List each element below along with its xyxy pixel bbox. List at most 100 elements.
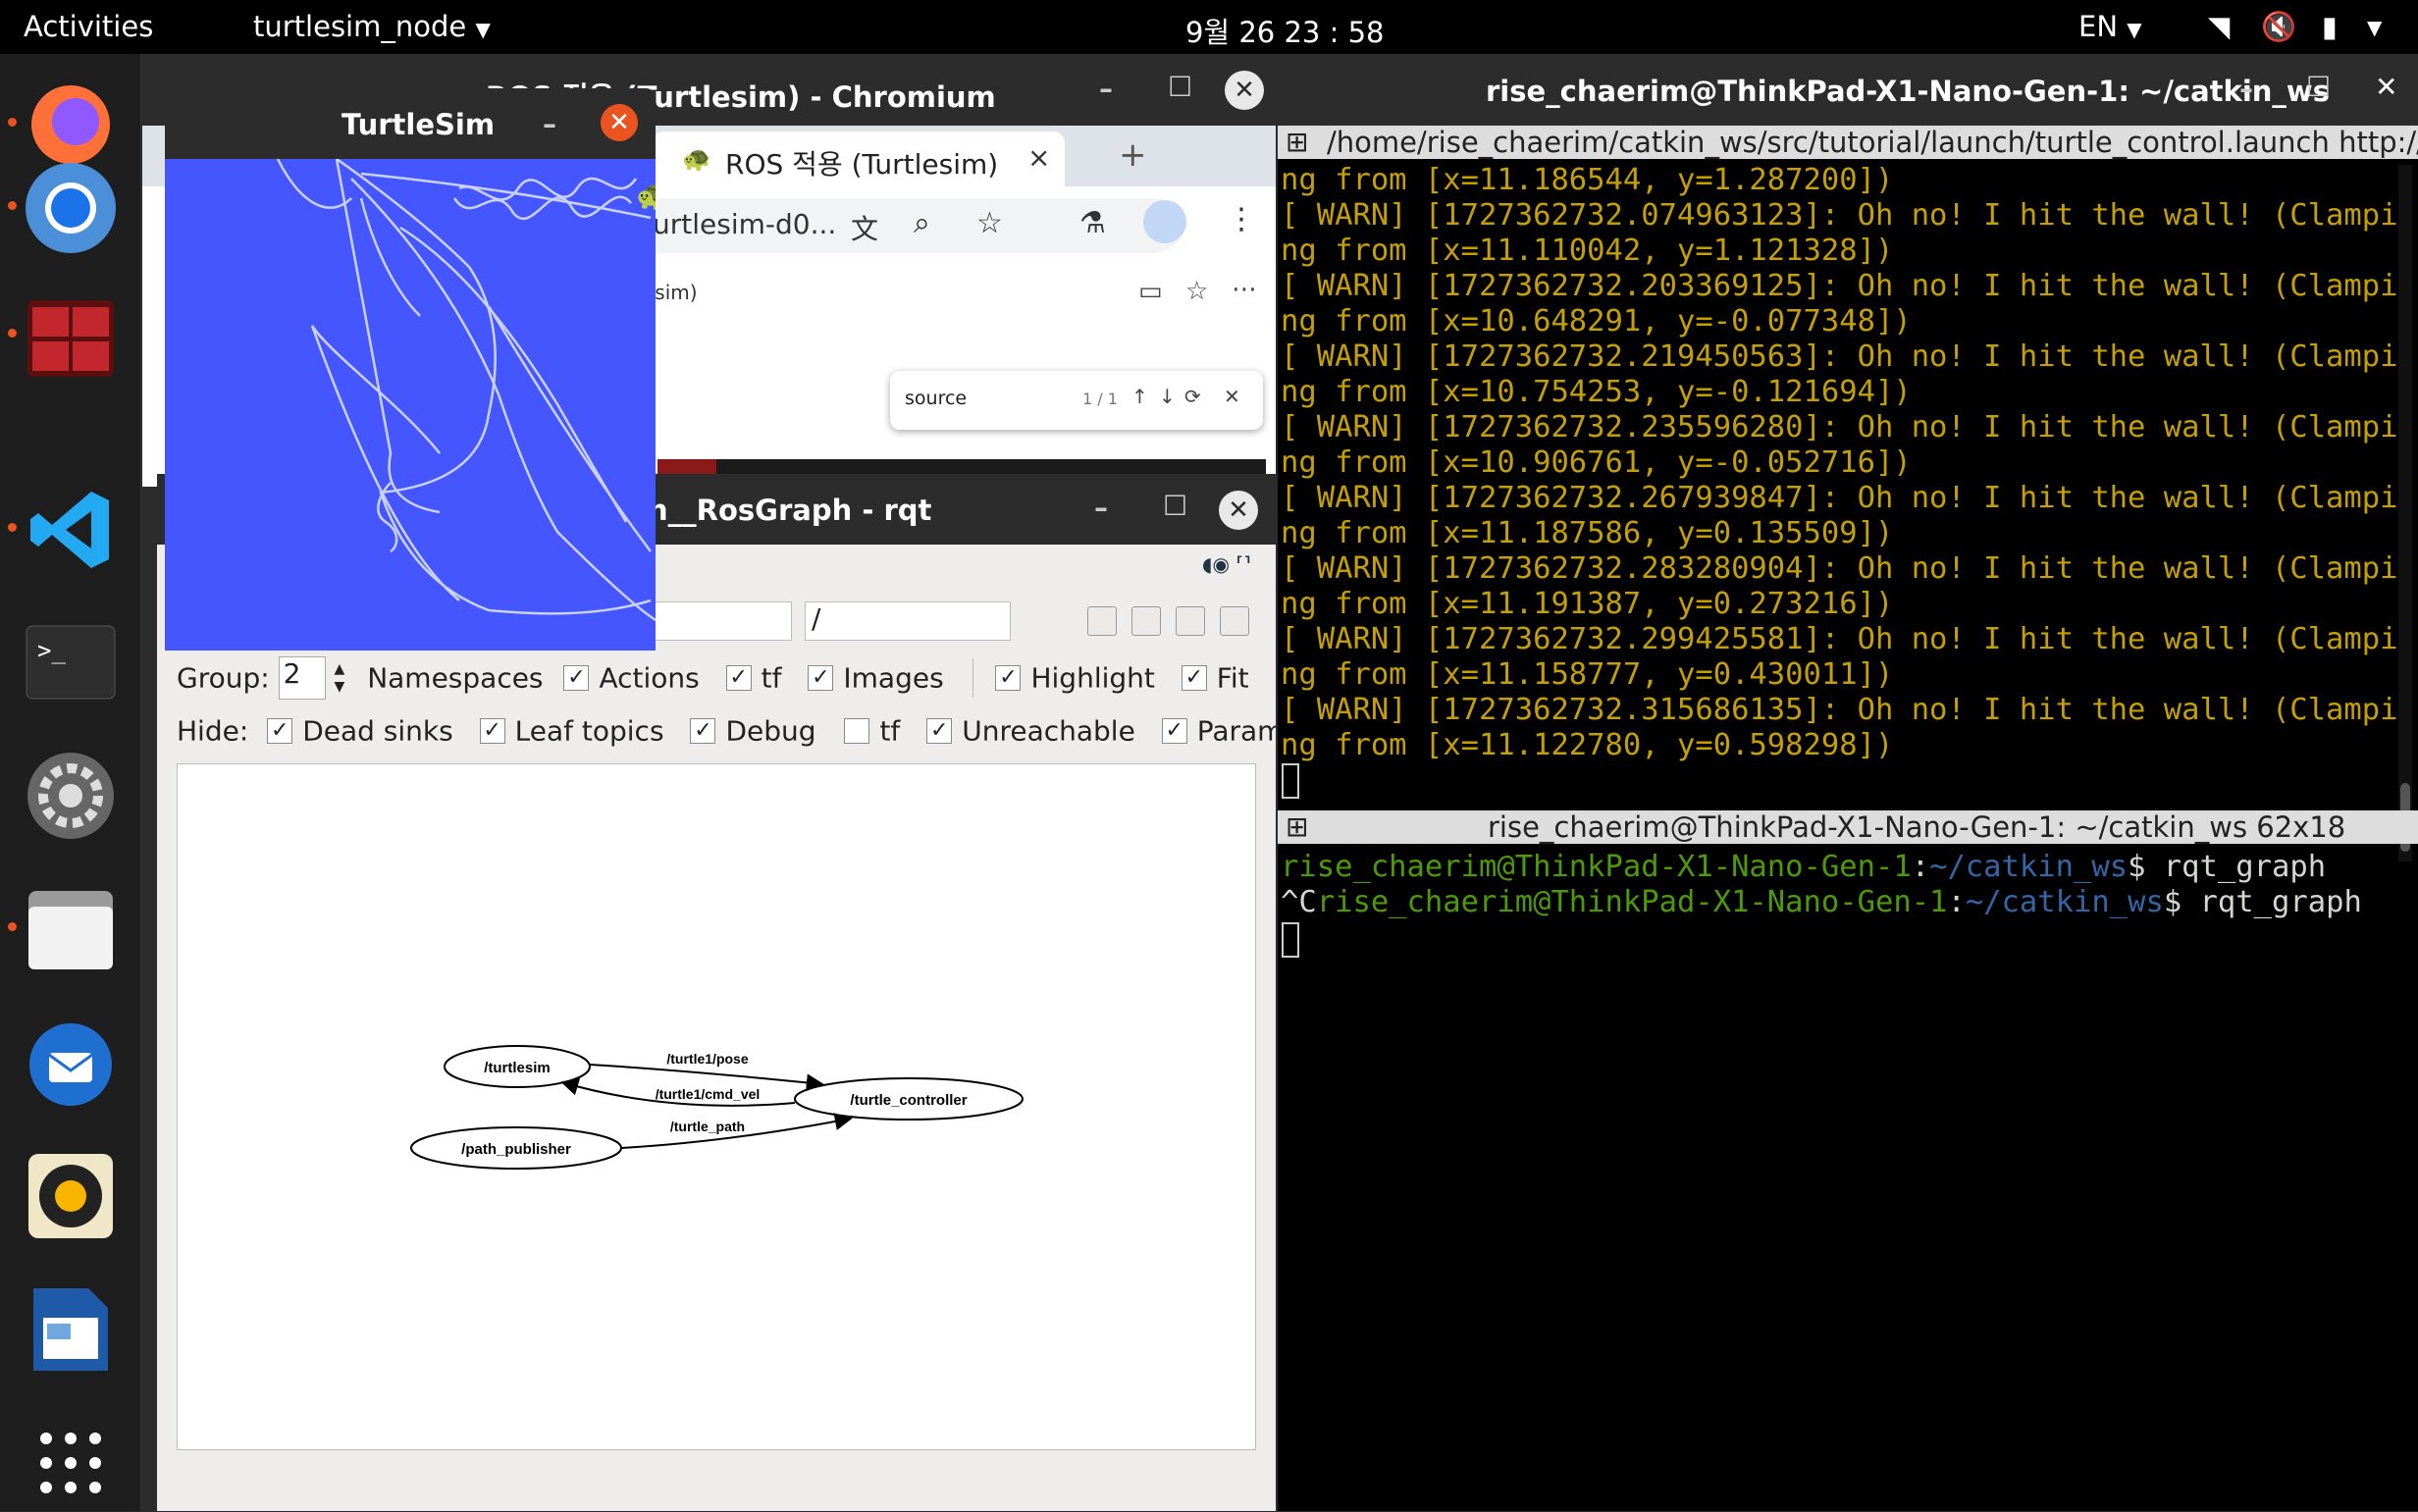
tf-checkbox[interactable]: ✓ xyxy=(808,665,834,691)
dead-sinks-checkbox[interactable]: ✓ xyxy=(267,718,293,744)
thunderbird-icon[interactable] xyxy=(22,1014,120,1112)
close-button[interactable]: ✕ xyxy=(601,104,638,141)
rhythmbox-icon[interactable] xyxy=(22,1147,120,1245)
options-row-2: Hide: ✓ Dead sinks ✓ Leaf topics ✓ Debug tf… xyxy=(177,713,1276,748)
find-close-icon[interactable]: ✕ xyxy=(1224,385,1240,408)
save-image-icon[interactable] xyxy=(1220,606,1249,636)
maximize-button[interactable]: ☐ xyxy=(1163,490,1187,522)
group-spinbox[interactable]: 2 xyxy=(278,656,326,700)
topic-filter-input[interactable]: / xyxy=(805,601,1011,641)
chromium-icon[interactable] xyxy=(22,159,120,257)
settings-icon[interactable] xyxy=(22,747,120,845)
save-dot-icon[interactable] xyxy=(1131,606,1161,636)
namespaces-checkbox[interactable]: ✓ xyxy=(563,665,590,691)
window-title: rise_chaerim@ThinkPad-X1-Nano-Gen-1: ~/c… xyxy=(1486,75,2330,108)
show-apps-icon[interactable] xyxy=(22,1414,120,1512)
load-dot-icon[interactable] xyxy=(1087,606,1117,636)
fit-label: Fit xyxy=(1216,661,1249,695)
highlight-checkbox[interactable]: ✓ xyxy=(995,665,1022,691)
turtle-icon: 🐢 xyxy=(636,179,656,213)
tab-active[interactable]: 🐢 ROS 적용 (Turtlesim) × xyxy=(653,131,1065,186)
chevron-down-icon: ▼ xyxy=(475,18,491,41)
ros-graph: /turtlesim /turtle_controller /path_publ… xyxy=(410,1045,1024,1170)
edge-pose[interactable] xyxy=(589,1064,824,1092)
activities-button[interactable]: Activities xyxy=(24,10,153,43)
new-tab-button[interactable]: + xyxy=(1119,135,1147,175)
maximize-button[interactable]: ☐ xyxy=(1168,71,1192,103)
save-svg-icon[interactable] xyxy=(1176,606,1205,636)
find-refresh-icon[interactable]: ⟳ xyxy=(1184,385,1201,408)
prompt-line-1[interactable]: rise_chaerim@ThinkPad-X1-Nano-Gen-1:~/ca… xyxy=(1281,850,2326,885)
find-prev-icon[interactable]: ↑ xyxy=(1131,385,1148,408)
zoom-icon[interactable]: ⌕ xyxy=(914,206,930,240)
running-indicator xyxy=(8,523,17,532)
terminal-window[interactable]: rise_chaerim@ThinkPad-X1-Nano-Gen-1: ~/c… xyxy=(1278,55,2418,1511)
spin-arrows-icon[interactable]: ▲ ▼ xyxy=(335,660,345,696)
tab-close-icon[interactable]: × xyxy=(1027,141,1050,174)
debug-checkbox[interactable]: ✓ xyxy=(690,718,716,744)
minimize-button[interactable]: – xyxy=(1094,492,1108,524)
chevron-down-icon: ▼ xyxy=(2127,18,2142,41)
minimize-button[interactable]: – xyxy=(2239,73,2253,105)
profile-avatar[interactable] xyxy=(1143,200,1186,243)
grid-icon[interactable]: ⊞ xyxy=(1286,810,1308,843)
close-button[interactable]: ✕ xyxy=(2375,71,2397,103)
translate-icon[interactable]: 文 xyxy=(851,208,878,247)
cursor-block xyxy=(1282,763,1299,799)
leaf-topics-checkbox[interactable]: ✓ xyxy=(479,718,505,744)
minimize-button[interactable]: – xyxy=(1099,73,1113,105)
speaker-muted-icon[interactable]: 🔇 xyxy=(2261,10,2296,44)
close-button[interactable]: ✕ xyxy=(1225,71,1264,110)
labs-flask-icon[interactable]: ⚗ xyxy=(1079,206,1106,240)
vscode-icon[interactable] xyxy=(22,481,120,579)
grid-icon[interactable]: ⊞ xyxy=(1286,126,1308,158)
fit-checkbox[interactable]: ✓ xyxy=(1181,665,1207,691)
node-label-controller: /turtle_controller xyxy=(850,1092,967,1109)
help-icon[interactable]: ◖◉ ⸢⸣ xyxy=(1202,552,1251,576)
maximize-button[interactable]: ☐ xyxy=(2306,71,2331,103)
tf-hide-checkbox[interactable] xyxy=(844,718,870,744)
unreachable-checkbox[interactable]: ✓ xyxy=(926,718,953,744)
prompt-line-2[interactable]: ^Crise_chaerim@ThinkPad-X1-Nano-Gen-1:~/… xyxy=(1281,885,2362,920)
menu-icon[interactable]: ⋮ xyxy=(1227,202,1256,236)
language-indicator[interactable]: EN ▼ xyxy=(2078,10,2142,43)
find-next-icon[interactable]: ↓ xyxy=(1159,385,1176,408)
log-line: [ WARN] [1727362732.203369125]: Oh no! I… xyxy=(1281,269,2398,303)
turtle-canvas[interactable]: 🐢 xyxy=(165,157,656,651)
log-line: ng from [x=10.648291, y=-0.077348]) xyxy=(1281,304,1912,339)
scrollbar[interactable] xyxy=(2398,165,2412,861)
window-title: TurtleSim xyxy=(342,108,496,141)
files-icon[interactable] xyxy=(22,880,120,978)
running-indicator xyxy=(8,118,17,127)
battery-icon[interactable]: ▮ xyxy=(2322,10,2338,43)
terminal-icon[interactable]: >_ xyxy=(22,613,120,711)
options-row-1: Group: 2 ▲ ▼ Namespaces ✓ Actions ✓ tf ✓ Ima… xyxy=(177,656,1276,700)
turtlesim-window[interactable]: TurtleSim – ✕ 🐢 xyxy=(165,88,656,651)
chevron-down-icon[interactable]: ▼ xyxy=(2367,16,2382,39)
warn-log[interactable]: ng from [x=11.186544, y=1.287200])[ WARN… xyxy=(1281,163,2399,860)
turtlesim-titlebar[interactable]: TurtleSim – ✕ xyxy=(165,88,656,159)
terminator-icon[interactable] xyxy=(22,289,120,388)
actions-checkbox[interactable]: ✓ xyxy=(725,665,752,691)
terminal-titlebar[interactable]: rise_chaerim@ThinkPad-X1-Nano-Gen-1: ~/c… xyxy=(1278,55,2418,126)
writer-icon[interactable] xyxy=(22,1280,120,1379)
minimize-button[interactable]: – xyxy=(543,108,556,140)
pane1-header: ⊞ /home/rise_chaerim/catkin_ws/src/tutor… xyxy=(1278,126,2418,159)
log-line: [ WARN] [1727362732.267939847]: Oh no! I… xyxy=(1281,481,2398,515)
star-icon[interactable]: ☆ xyxy=(1185,277,1208,306)
close-button[interactable]: ✕ xyxy=(1219,491,1258,530)
more-icon[interactable]: ⋯ xyxy=(1232,275,1257,304)
bookmark-star-icon[interactable]: ☆ xyxy=(976,206,1003,240)
params-checkbox[interactable]: ✓ xyxy=(1161,718,1187,744)
params-label: Params xyxy=(1196,714,1276,748)
wifi-icon[interactable]: ◥ xyxy=(2208,10,2230,43)
clock[interactable]: 9월 26 23 : 58 xyxy=(1185,10,1384,51)
find-input[interactable]: source xyxy=(905,388,967,409)
comment-icon[interactable]: ▭ xyxy=(1138,277,1163,306)
graph-canvas[interactable]: /turtlesim /turtle_controller /path_publ… xyxy=(177,763,1256,1450)
actions-label: Actions xyxy=(599,661,700,695)
app-menu[interactable]: turtlesim_node ▼ xyxy=(253,10,491,43)
node-filter-input[interactable] xyxy=(648,601,792,641)
log-line: [ WARN] [1727362732.074963123]: Oh no! I… xyxy=(1281,198,2398,233)
separator xyxy=(972,658,973,698)
